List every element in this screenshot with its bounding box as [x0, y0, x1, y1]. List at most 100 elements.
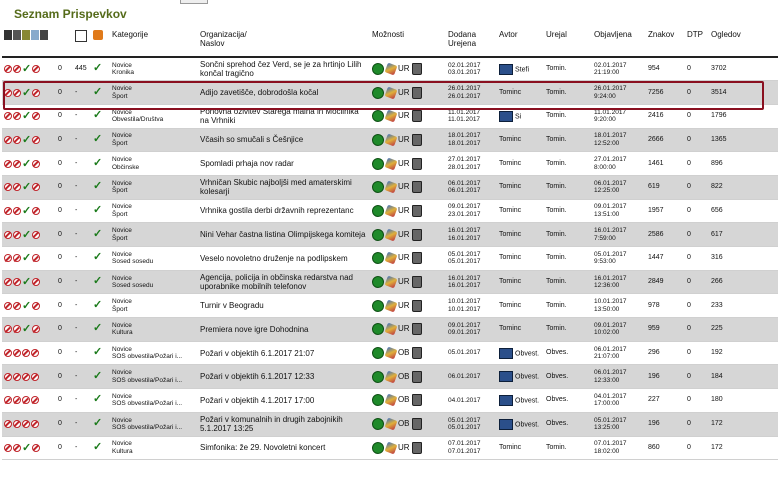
block-icon[interactable]: [4, 372, 12, 381]
row-title[interactable]: Spomladi prhaja nov radar: [198, 151, 370, 176]
table-row[interactable]: ✓ 0- ✓ Novice Obvestila/Društva Ponovna oživi…: [2, 104, 778, 129]
edit-icon[interactable]: [384, 180, 398, 194]
check-icon[interactable]: ✓: [22, 300, 31, 311]
block-icon[interactable]: [13, 230, 21, 239]
row-title[interactable]: Požari v komunalnih in drugih zabojnikih…: [198, 412, 370, 437]
trash-icon[interactable]: [411, 323, 422, 336]
check-icon[interactable]: ✓: [22, 87, 31, 98]
mail-icon[interactable]: [499, 347, 513, 359]
header-urejal[interactable]: Urejal: [544, 26, 592, 58]
publish-status-icon[interactable]: [372, 323, 384, 336]
block-icon[interactable]: [4, 420, 12, 429]
edit-icon[interactable]: [384, 86, 398, 99]
row-status[interactable]: ✓: [91, 199, 110, 224]
block-icon[interactable]: [32, 65, 41, 74]
edit-icon[interactable]: [384, 109, 398, 123]
row-title[interactable]: Agencija, policija in občinska redarstva…: [198, 270, 370, 295]
table-row[interactable]: ✓ 0- ✓ Novice Šport Adijo zavetišče, dobrodoš…: [2, 80, 778, 105]
row-status[interactable]: ✓: [91, 364, 110, 390]
row-title[interactable]: Premiera nove igre Dohodnina: [198, 317, 370, 342]
edit-icon[interactable]: [384, 299, 398, 313]
publish-status-icon[interactable]: [372, 133, 384, 146]
block-icon[interactable]: [4, 278, 12, 287]
row-status[interactable]: ✓: [91, 270, 110, 295]
block-icon[interactable]: [32, 159, 41, 168]
check-icon[interactable]: ✓: [22, 277, 31, 288]
trash-icon[interactable]: [411, 204, 422, 217]
block-icon[interactable]: [32, 443, 41, 452]
table-row[interactable]: ✓ 0- ✓ Novice Šport Vrhnika gostila derbi drž…: [2, 199, 778, 224]
row-title[interactable]: Simfonika: že 29. Novoletni koncert: [198, 436, 370, 461]
mail-icon[interactable]: [499, 63, 513, 75]
row-title[interactable]: Veselo novoletno druženje na podlipskem: [198, 246, 370, 271]
block-icon[interactable]: [32, 112, 41, 121]
trash-icon[interactable]: [411, 394, 422, 407]
block-icon[interactable]: [22, 349, 30, 358]
table-row[interactable]: 0- ✓ Novice SOS obvestila/Požari i... Požari…: [2, 341, 778, 366]
top-tab[interactable]: [180, 0, 208, 4]
block-icon[interactable]: [4, 159, 12, 168]
block-icon[interactable]: [4, 206, 12, 215]
block-icon[interactable]: [32, 88, 41, 97]
block-icon[interactable]: [4, 183, 12, 192]
publish-status-icon[interactable]: [372, 157, 384, 170]
publish-status-icon[interactable]: [372, 252, 384, 265]
trash-icon[interactable]: [411, 228, 422, 241]
trash-icon[interactable]: [411, 276, 422, 289]
block-icon[interactable]: [13, 65, 21, 74]
check-icon[interactable]: ✓: [93, 275, 102, 287]
row-title[interactable]: Ponovna oživitev Starega malna in Močiln…: [198, 104, 370, 129]
row-status[interactable]: ✓: [91, 80, 110, 105]
block-icon[interactable]: [13, 206, 21, 215]
trash-icon[interactable]: [411, 181, 422, 194]
check-icon[interactable]: ✓: [22, 324, 31, 335]
block-icon[interactable]: [4, 135, 12, 144]
check-icon[interactable]: ✓: [22, 182, 31, 193]
row-status[interactable]: ✓: [91, 246, 110, 271]
publish-status-icon[interactable]: [372, 63, 384, 76]
row-status[interactable]: ✓: [91, 317, 110, 342]
block-icon[interactable]: [4, 88, 12, 97]
check-icon[interactable]: ✓: [22, 205, 31, 216]
table-row[interactable]: ✓ 0 445 ✓ Novice Kronika Sončni sprehod čez Ve…: [2, 57, 778, 82]
block-icon[interactable]: [13, 372, 21, 381]
edit-icon[interactable]: [384, 441, 398, 455]
publish-status-icon[interactable]: [372, 228, 384, 241]
table-row[interactable]: ✓ 0- ✓ Novice Sosed sosedu Agencija, policija…: [2, 270, 778, 295]
edit-icon[interactable]: [384, 228, 398, 242]
trash-icon[interactable]: [411, 133, 422, 146]
table-row[interactable]: ✓ 0- ✓ Novice Šport Turnir v Beogradu UR 10.01…: [2, 293, 778, 319]
block-icon[interactable]: [13, 159, 21, 168]
header-znakov[interactable]: Znakov: [646, 26, 685, 58]
edit-icon[interactable]: [384, 275, 398, 289]
publish-status-icon[interactable]: [372, 276, 384, 289]
row-title[interactable]: Požari v objektih 4.1.2017 17:00: [198, 388, 370, 413]
row-title[interactable]: Požari v objektih 6.1.2017 12:33: [198, 364, 370, 390]
publish-status-icon[interactable]: [372, 418, 384, 431]
table-row[interactable]: 0- ✓ Novice SOS obvestila/Požari i... Požari…: [2, 412, 778, 437]
header-ogledov[interactable]: Ogledov: [709, 26, 778, 58]
row-title[interactable]: Včasih so smučali s Češnjice: [198, 128, 370, 153]
header-organizacija[interactable]: Organizacija/Naslov: [198, 26, 370, 58]
trash-icon[interactable]: [411, 110, 422, 123]
publish-status-icon[interactable]: [372, 370, 384, 383]
block-icon[interactable]: [13, 112, 21, 121]
block-icon[interactable]: [4, 325, 12, 334]
check-icon[interactable]: ✓: [93, 133, 102, 145]
row-status[interactable]: ✓: [91, 222, 110, 247]
block-icon[interactable]: [13, 254, 21, 263]
trash-icon[interactable]: [411, 299, 422, 312]
block-icon[interactable]: [13, 278, 21, 287]
trash-icon[interactable]: [411, 86, 422, 99]
block-icon[interactable]: [13, 396, 21, 405]
publish-status-icon[interactable]: [372, 394, 384, 407]
block-icon[interactable]: [22, 372, 30, 381]
header-dodana[interactable]: Dodana Urejena: [446, 26, 497, 58]
trash-icon[interactable]: [411, 441, 422, 454]
block-icon[interactable]: [13, 183, 21, 192]
check-icon[interactable]: ✓: [93, 86, 102, 98]
edit-icon[interactable]: [384, 322, 398, 336]
row-title[interactable]: Sončni sprehod čez Verd, se je za hrtinj…: [198, 57, 370, 82]
row-status[interactable]: ✓: [91, 175, 110, 200]
publish-status-icon[interactable]: [372, 110, 384, 123]
